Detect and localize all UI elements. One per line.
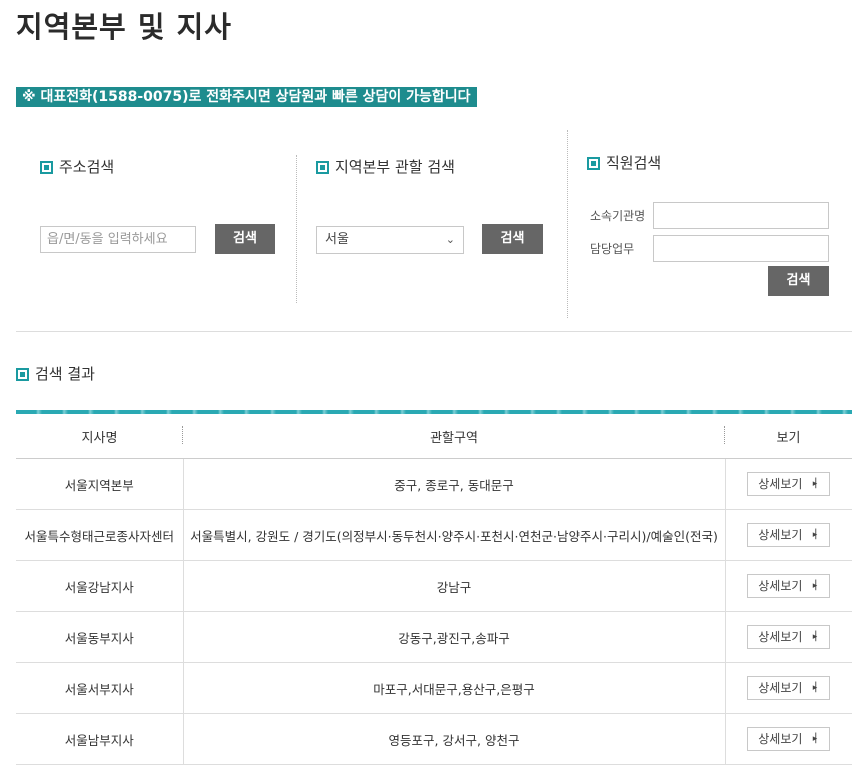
duty-label: 담당업무 [590,242,635,256]
address-search-input[interactable] [40,226,196,253]
branch-name-cell: 서울동부지사 [16,611,184,663]
square-bullet-icon [16,368,29,381]
jurisdiction-cell: 강동구,광진구,송파구 [183,611,726,663]
region-select-value: 서울 [325,232,349,247]
column-header-branch: 지사명 [16,414,183,459]
branch-name-cell: 서울지역본부 [16,458,184,510]
detail-view-button[interactable]: 상세보기 ▸▏ [747,574,831,598]
square-bullet-icon [316,161,329,174]
detail-view-label: 상세보기 [758,579,803,593]
page-title: 지역본부 및 지사 [16,10,232,44]
branch-name-cell: 서울강남지사 [16,560,184,612]
table-row: 서울서부지사 마포구,서대문구,용산구,은평구 상세보기 ▸▏ [16,662,852,714]
detail-view-button[interactable]: 상세보기 ▸▏ [747,523,831,547]
jurisdiction-cell: 중구, 종로구, 동대문구 [183,458,726,510]
address-search-button[interactable]: 검색 [215,224,275,254]
results-table: 지사명 관할구역 보기 서울지역본부 중구, 종로구, 동대문구 상세보기 ▸▏ 서울특… [16,414,852,765]
column-header-area: 관할구역 [183,414,725,459]
branch-name-cell: 서울남부지사 [16,713,184,765]
detail-view-label: 상세보기 [758,732,803,746]
address-search-heading: 주소검색 [40,156,114,177]
region-search-heading: 지역본부 관할 검색 [316,156,455,177]
square-bullet-icon [587,157,600,170]
divider [567,130,568,318]
detail-view-label: 상세보기 [758,681,803,695]
divider [296,155,297,303]
org-label: 소속기관명 [590,209,646,223]
detail-view-button[interactable]: 상세보기 ▸▏ [747,676,831,700]
staff-search-heading: 직원검색 [587,152,661,173]
staff-search-title: 직원검색 [606,154,662,172]
play-next-icon: ▸▏ [812,734,823,744]
view-cell: 상세보기 ▸▏ [725,509,852,561]
table-row: 서울동부지사 강동구,광진구,송파구 상세보기 ▸▏ [16,611,852,663]
detail-view-label: 상세보기 [758,477,803,491]
branch-name-cell: 서울서부지사 [16,662,184,714]
address-search-title: 주소검색 [59,158,115,176]
jurisdiction-cell: 마포구,서대문구,용산구,은평구 [183,662,726,714]
play-next-icon: ▸▏ [812,581,823,591]
region-search-title: 지역본부 관할 검색 [335,158,455,176]
detail-view-label: 상세보기 [758,630,803,644]
staff-search-button[interactable]: 검색 [768,266,829,296]
duty-input[interactable] [653,235,829,262]
table-row: 서울지역본부 중구, 종로구, 동대문구 상세보기 ▸▏ [16,458,852,510]
branch-name-cell: 서울특수형태근로종사자센터 [16,509,184,561]
view-cell: 상세보기 ▸▏ [725,458,852,510]
results-heading: 검색 결과 [16,363,95,384]
column-header-view: 보기 [725,414,852,459]
jurisdiction-cell: 영등포구, 강서구, 양천구 [183,713,726,765]
table-row: 서울강남지사 강남구 상세보기 ▸▏ [16,560,852,612]
section-divider [16,331,852,332]
detail-view-button[interactable]: 상세보기 ▸▏ [747,727,831,751]
play-next-icon: ▸▏ [812,683,823,693]
region-search-button[interactable]: 검색 [482,224,543,254]
view-cell: 상세보기 ▸▏ [725,713,852,765]
detail-view-button[interactable]: 상세보기 ▸▏ [747,625,831,649]
view-cell: 상세보기 ▸▏ [725,611,852,663]
region-select[interactable]: 서울 ⌄ [316,226,464,254]
table-row: 서울남부지사 영등포구, 강서구, 양천구 상세보기 ▸▏ [16,713,852,765]
view-cell: 상세보기 ▸▏ [725,662,852,714]
play-next-icon: ▸▏ [812,530,823,540]
chevron-down-icon: ⌄ [445,233,455,246]
table-header-row: 지사명 관할구역 보기 [16,414,852,459]
view-cell: 상세보기 ▸▏ [725,560,852,612]
org-name-input[interactable] [653,202,829,229]
play-next-icon: ▸▏ [812,479,823,489]
square-bullet-icon [40,161,53,174]
detail-view-button[interactable]: 상세보기 ▸▏ [747,472,831,496]
jurisdiction-cell: 강남구 [183,560,726,612]
jurisdiction-cell: 서울특별시, 강원도 / 경기도(의정부시·동두천시·양주시·포천시·연천군·남… [183,509,726,561]
table-row: 서울특수형태근로종사자센터 서울특별시, 강원도 / 경기도(의정부시·동두천시·… [16,509,852,561]
phone-notice: ※ 대표전화(1588-0075)로 전화주시면 상담원과 빠른 상담이 가능합… [16,87,477,107]
results-title: 검색 결과 [35,365,95,383]
play-next-icon: ▸▏ [812,632,823,642]
detail-view-label: 상세보기 [758,528,803,542]
